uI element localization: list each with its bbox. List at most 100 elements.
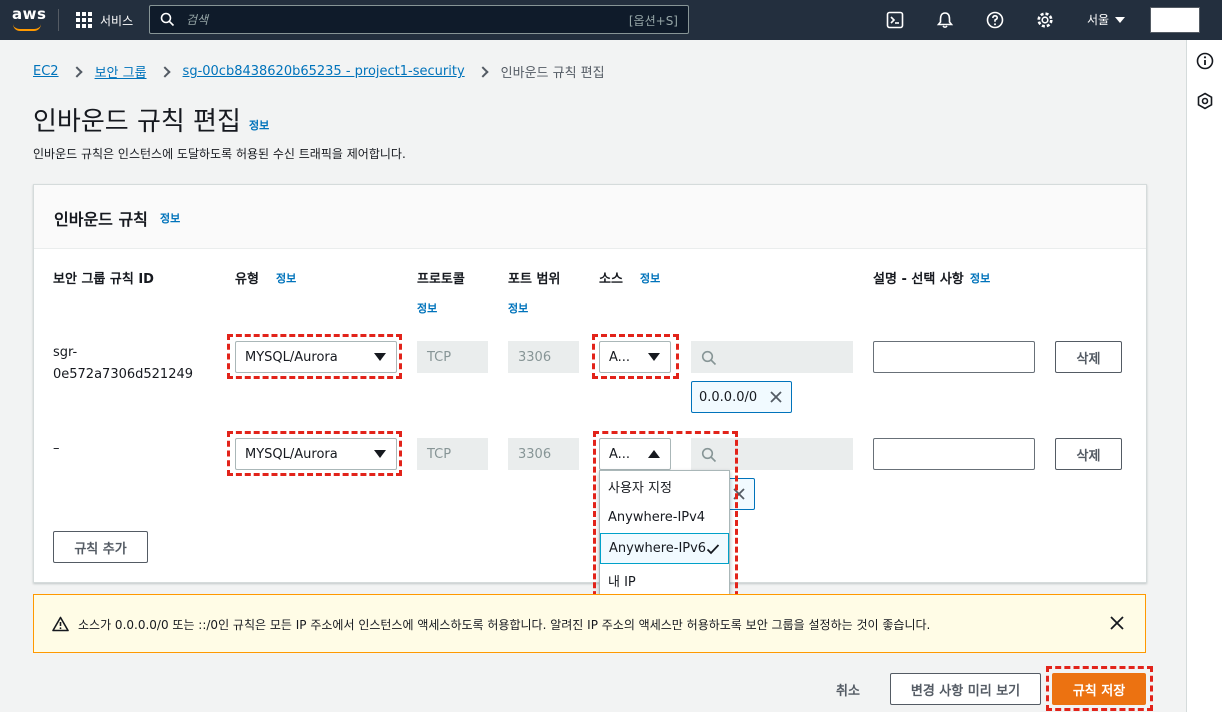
port-value: 3306 bbox=[518, 349, 552, 365]
add-rule-button[interactable]: 규칙 추가 bbox=[53, 531, 148, 563]
dropdown-option-anywhere-ipv6[interactable]: Anywhere-IPv6 bbox=[600, 533, 729, 564]
settings-gear-icon[interactable] bbox=[1034, 9, 1056, 31]
type-select[interactable]: MYSQL/Aurora bbox=[235, 341, 397, 373]
port-range-field: 3306 bbox=[508, 341, 579, 373]
port-range-field: 3306 bbox=[508, 438, 579, 470]
inbound-rules-panel: 인바운드 규칙 정보 bbox=[33, 184, 1147, 583]
caret-down-icon bbox=[374, 353, 386, 361]
chevron-right-icon bbox=[476, 65, 489, 78]
breadcrumb: EC2 보안 그룹 sg-00cb8438620b65235 - project… bbox=[33, 62, 605, 81]
source-type-select[interactable]: A... bbox=[599, 438, 671, 470]
port-range-info-link[interactable]: 정보 bbox=[508, 300, 528, 316]
aws-logo-text: aws bbox=[12, 5, 47, 23]
services-label: 서비스 bbox=[100, 13, 134, 28]
search-icon bbox=[701, 350, 717, 366]
notification-bell-icon[interactable] bbox=[934, 9, 956, 31]
search-shortcut-hint: [옵션+S] bbox=[628, 14, 678, 28]
preview-label: 변경 사항 미리 보기 bbox=[910, 683, 1021, 699]
search-icon bbox=[701, 447, 717, 463]
panel-title: 인바운드 규칙 bbox=[54, 210, 148, 229]
page-info-link[interactable]: 정보 bbox=[249, 117, 269, 133]
type-select[interactable]: MYSQL/Aurora bbox=[235, 438, 397, 470]
add-rule-label: 규칙 추가 bbox=[74, 541, 127, 557]
right-side-rail bbox=[1186, 40, 1222, 712]
source-cidr-token-label: 0.0.0.0/0 bbox=[699, 389, 758, 405]
column-header-source: 소스 bbox=[599, 272, 623, 287]
breadcrumb-security-group-id[interactable]: sg-00cb8438620b65235 - project1-security bbox=[183, 64, 465, 79]
breadcrumb-ec2[interactable]: EC2 bbox=[33, 64, 59, 79]
region-selector[interactable]: 서울 bbox=[1087, 11, 1126, 28]
nav-divider bbox=[58, 9, 59, 31]
dropdown-option-my-ip[interactable]: 내 IP bbox=[600, 565, 729, 596]
protocol-info-link[interactable]: 정보 bbox=[417, 300, 437, 316]
account-menu[interactable] bbox=[1150, 7, 1200, 33]
help-icon[interactable] bbox=[984, 9, 1006, 31]
delete-button-label: 삭제 bbox=[1076, 448, 1101, 464]
grid-icon bbox=[76, 12, 92, 28]
page-title: 인바운드 규칙 편집 bbox=[33, 107, 241, 137]
page-description: 인바운드 규칙은 인스턴스에 도달하도록 허용된 수신 트래픽을 제어합니다. bbox=[33, 147, 406, 161]
close-icon[interactable] bbox=[769, 390, 783, 404]
caret-up-icon bbox=[648, 450, 660, 458]
hexagon-settings-icon[interactable] bbox=[1196, 92, 1214, 110]
search-icon bbox=[160, 12, 175, 27]
search-bar[interactable]: [옵션+S] bbox=[149, 5, 689, 34]
panel-header: 인바운드 규칙 정보 bbox=[34, 185, 1146, 249]
breadcrumb-security-groups[interactable]: 보안 그룹 bbox=[95, 62, 147, 81]
dropdown-option-anywhere-ipv4[interactable]: Anywhere-IPv4 bbox=[600, 502, 729, 533]
description-input[interactable] bbox=[873, 438, 1035, 470]
delete-rule-button[interactable]: 삭제 bbox=[1055, 341, 1122, 373]
option-label: Anywhere-IPv4 bbox=[608, 510, 706, 525]
source-cidr-token: 0.0.0.0/0 bbox=[691, 381, 792, 413]
cloudshell-icon[interactable] bbox=[884, 9, 906, 31]
column-header-description: 설명 - 선택 사항 bbox=[873, 272, 964, 287]
rule-id-line: sgr- bbox=[53, 345, 78, 360]
type-select-value: MYSQL/Aurora bbox=[245, 349, 338, 365]
save-label: 규칙 저장 bbox=[1072, 683, 1126, 699]
protocol-field: TCP bbox=[417, 341, 488, 373]
breadcrumb-current: 인바운드 규칙 편집 bbox=[500, 66, 605, 81]
services-menu-button[interactable]: 서비스 bbox=[76, 10, 133, 30]
type-select-value: MYSQL/Aurora bbox=[245, 446, 338, 462]
protocol-value: TCP bbox=[427, 349, 452, 365]
source-type-value: A... bbox=[609, 349, 631, 365]
source-type-select[interactable]: A... bbox=[599, 341, 671, 373]
close-icon[interactable] bbox=[732, 487, 746, 501]
warning-alert: 소스가 0.0.0.0/0 또는 ::/0인 규칙은 모든 IP 주소에서 인스… bbox=[33, 594, 1146, 653]
column-header-protocol: 프로토콜 bbox=[417, 272, 465, 287]
close-icon[interactable] bbox=[1109, 615, 1125, 631]
column-header-rule-id: 보안 그룹 규칙 ID bbox=[53, 272, 154, 287]
chevron-right-icon bbox=[158, 65, 171, 78]
panel-info-link[interactable]: 정보 bbox=[160, 210, 180, 226]
caret-down-icon bbox=[1115, 16, 1126, 23]
caret-down-icon bbox=[374, 450, 386, 458]
delete-button-label: 삭제 bbox=[1076, 351, 1101, 367]
type-info-link[interactable]: 정보 bbox=[276, 270, 296, 286]
preview-changes-button[interactable]: 변경 사항 미리 보기 bbox=[890, 673, 1041, 705]
source-cidr-search[interactable] bbox=[691, 438, 853, 470]
protocol-value: TCP bbox=[427, 446, 452, 462]
check-icon bbox=[706, 544, 720, 555]
aws-logo[interactable]: aws bbox=[12, 5, 47, 32]
caret-down-icon bbox=[648, 353, 660, 361]
column-header-type: 유형 bbox=[235, 272, 259, 287]
search-input[interactable] bbox=[186, 10, 586, 29]
info-panel-icon[interactable] bbox=[1196, 52, 1214, 70]
source-type-value: A... bbox=[609, 446, 631, 462]
warning-icon bbox=[52, 616, 69, 632]
description-info-link[interactable]: 정보 bbox=[970, 270, 990, 286]
source-type-dropdown-menu: 사용자 지정 Anywhere-IPv4 Anywhere-IPv6 내 IP bbox=[599, 470, 730, 598]
source-info-link[interactable]: 정보 bbox=[640, 270, 660, 286]
description-input[interactable] bbox=[873, 341, 1035, 373]
dropdown-option-custom[interactable]: 사용자 지정 bbox=[600, 471, 729, 502]
top-navigation: aws 서비스 [옵션+S] 서울 bbox=[0, 0, 1222, 40]
source-cidr-search[interactable] bbox=[691, 341, 853, 373]
warning-text: 소스가 0.0.0.0/0 또는 ::/0인 규칙은 모든 IP 주소에서 인스… bbox=[78, 618, 931, 632]
option-label: Anywhere-IPv6 bbox=[609, 541, 707, 556]
rule-id-line: 0e572a7306d521249 bbox=[53, 367, 194, 382]
cancel-button[interactable]: 취소 bbox=[836, 680, 860, 699]
delete-rule-button[interactable]: 삭제 bbox=[1055, 438, 1122, 470]
region-label: 서울 bbox=[1087, 13, 1110, 27]
chevron-right-icon bbox=[70, 65, 83, 78]
save-rules-button[interactable]: 규칙 저장 bbox=[1052, 673, 1146, 705]
